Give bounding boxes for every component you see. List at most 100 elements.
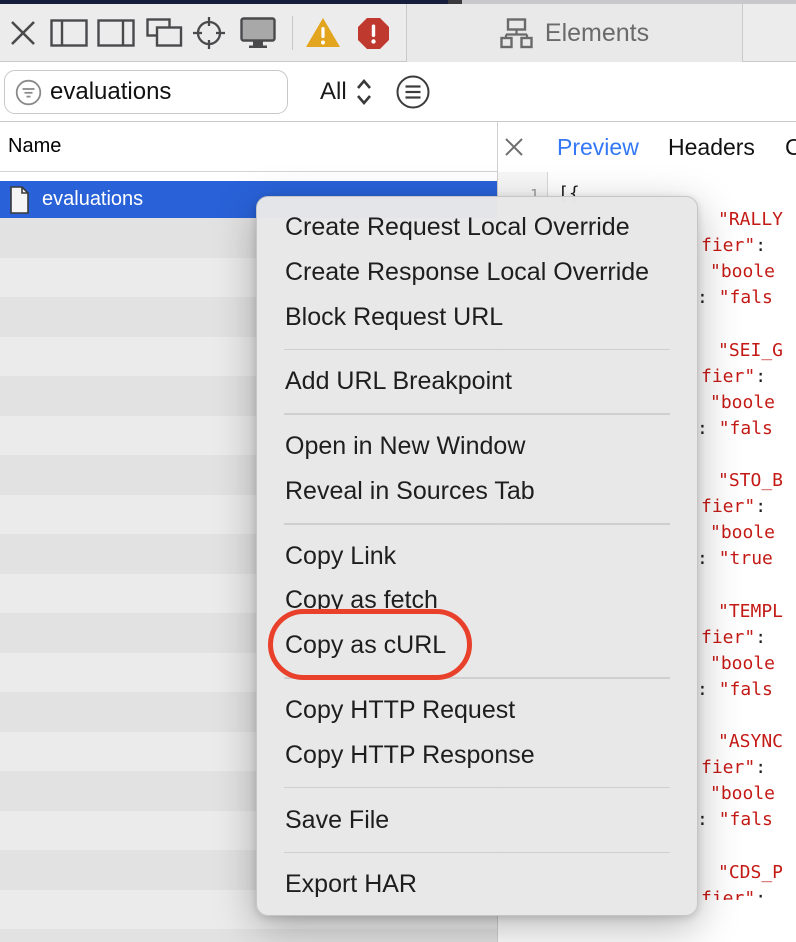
filter-options-button[interactable]	[396, 75, 430, 109]
elements-hierarchy-icon	[500, 18, 533, 49]
menu-separator	[284, 523, 670, 525]
code-line: : "true	[697, 546, 773, 572]
menu-item-create-request-local-override[interactable]: Create Request Local Override	[257, 205, 697, 250]
close-inspector-button[interactable]	[6, 4, 40, 62]
code-segment: fier"	[701, 627, 755, 648]
close-detail-button[interactable]	[504, 137, 524, 157]
code-line: : "fals	[697, 416, 773, 442]
code-segment: :	[697, 548, 719, 569]
code-segment: "fals	[719, 418, 773, 439]
code-line: : "fals	[697, 285, 773, 311]
code-line: "CDS_P	[718, 860, 783, 886]
menu-item-create-response-local-override[interactable]: Create Response Local Override	[257, 250, 697, 295]
errors-badge-button[interactable]	[353, 4, 393, 62]
code-segment: "TEMPL	[718, 601, 783, 622]
code-line: : "fals	[697, 677, 773, 703]
sidebar-right-icon	[97, 19, 135, 47]
code-segment: :	[697, 418, 719, 439]
menu-item-copy-link[interactable]: Copy Link	[257, 534, 697, 579]
web-inspector-window: Elements All	[0, 0, 796, 942]
tab-cookies-clipped[interactable]: C	[785, 134, 796, 161]
code-segment: :	[697, 679, 719, 700]
code-segment: fier"	[701, 757, 755, 778]
code-segment: "CDS_P	[718, 862, 783, 883]
request-row-empty	[0, 929, 497, 942]
code-segment: :	[755, 235, 766, 256]
document-icon	[8, 186, 30, 214]
menu-item-save-file[interactable]: Save File	[257, 798, 697, 843]
dock-left-button[interactable]	[48, 4, 90, 62]
undock-window-button[interactable]	[143, 4, 185, 62]
code-line: "boole	[710, 520, 775, 546]
filter-field[interactable]	[4, 70, 288, 114]
circled-lines-icon	[396, 75, 430, 109]
code-segment: :	[755, 757, 766, 778]
menu-item-copy-as-curl[interactable]: Copy as cURL	[257, 623, 697, 668]
code-segment: "boole	[710, 392, 775, 413]
context-menu: Create Request Local OverrideCreate Resp…	[256, 196, 698, 916]
detail-panel-tabbar: Preview Headers C	[498, 122, 796, 172]
close-icon	[504, 137, 524, 157]
menu-separator	[284, 677, 670, 679]
menu-separator	[284, 787, 670, 789]
crosshair-icon	[192, 16, 226, 50]
filter-icon	[15, 79, 42, 106]
code-segment: "RALLY	[718, 209, 783, 230]
menu-item-add-url-breakpoint[interactable]: Add URL Breakpoint	[257, 359, 697, 404]
toolbar-separator	[292, 16, 293, 50]
menu-item-copy-http-request[interactable]: Copy HTTP Request	[257, 688, 697, 733]
scope-selected-value: All	[320, 78, 347, 106]
menu-item-block-request-url[interactable]: Block Request URL	[257, 295, 697, 340]
code-line: fier":	[701, 233, 766, 259]
code-segment: :	[755, 366, 766, 387]
code-line: fier":	[701, 625, 766, 651]
code-line: "STO_B	[718, 468, 783, 494]
close-icon	[9, 19, 37, 47]
warning-triangle-icon	[305, 17, 341, 49]
menu-item-export-har[interactable]: Export HAR	[257, 862, 697, 907]
menu-item-copy-as-fetch[interactable]: Copy as fetch	[257, 578, 697, 623]
code-segment: "SEI_G	[718, 340, 783, 361]
cascade-windows-icon	[146, 18, 183, 48]
code-segment: "ASYNC	[718, 731, 783, 752]
dock-right-button[interactable]	[95, 4, 137, 62]
code-segment: "boole	[710, 522, 775, 543]
code-line: "boole	[710, 390, 775, 416]
code-line: "TEMPL	[718, 599, 783, 625]
code-line: : "fals	[697, 807, 773, 833]
tab-preview[interactable]: Preview	[557, 134, 639, 161]
code-segment: :	[755, 496, 766, 517]
code-line: fier":	[701, 494, 766, 520]
code-line: fier":	[701, 364, 766, 390]
filter-input[interactable]	[50, 78, 270, 106]
menu-item-reveal-in-sources-tab[interactable]: Reveal in Sources Tab	[257, 469, 697, 514]
code-line: "boole	[710, 259, 775, 285]
code-segment: "STO_B	[718, 470, 783, 491]
resource-scope-select[interactable]: All	[320, 62, 374, 122]
monitor-icon	[240, 17, 276, 49]
element-picker-button[interactable]	[189, 4, 229, 62]
code-segment: "fals	[719, 287, 773, 308]
tab-elements[interactable]: Elements	[406, 4, 743, 62]
code-segment: fier"	[701, 366, 755, 387]
device-mode-button[interactable]	[238, 4, 278, 62]
request-name: evaluations	[42, 188, 143, 211]
code-segment: "fals	[719, 679, 773, 700]
menu-separator	[284, 349, 670, 351]
tab-headers[interactable]: Headers	[668, 134, 755, 161]
menu-item-open-in-new-window[interactable]: Open in New Window	[257, 424, 697, 469]
menu-separator	[284, 413, 670, 415]
code-segment: fier"	[701, 496, 755, 517]
code-line: "boole	[710, 651, 775, 677]
code-line: "boole	[710, 781, 775, 807]
elements-tab-label: Elements	[545, 19, 649, 48]
menu-item-copy-http-response[interactable]: Copy HTTP Response	[257, 733, 697, 778]
code-line: fier":	[701, 755, 766, 781]
sidebar-left-icon	[50, 19, 88, 47]
inspector-toolbar: Elements	[0, 4, 796, 62]
code-line: "SEI_G	[718, 338, 783, 364]
name-column-header[interactable]: Name	[0, 122, 497, 172]
code-line: "ASYNC	[718, 729, 783, 755]
code-line: "RALLY	[718, 207, 783, 233]
warnings-badge-button[interactable]	[303, 4, 343, 62]
